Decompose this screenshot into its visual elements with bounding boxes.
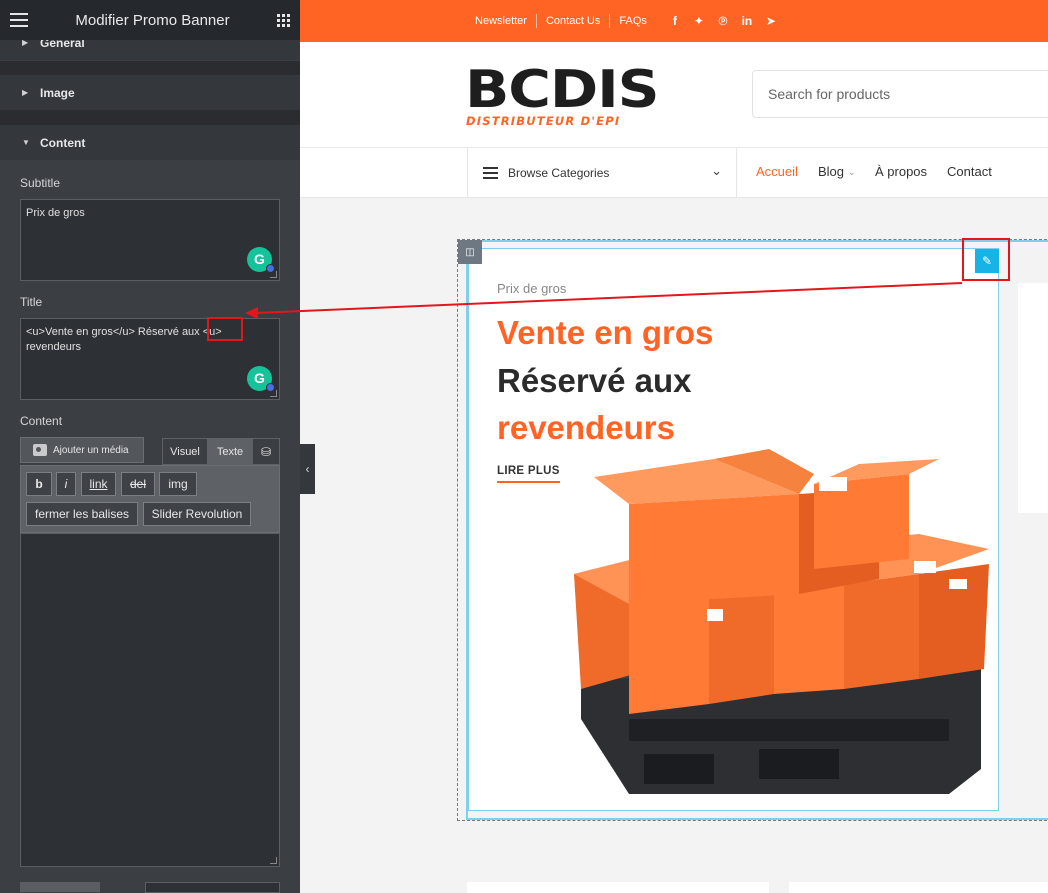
banner-title-line-3: revendeurs	[497, 409, 675, 446]
caret-right-icon: ▶	[22, 88, 29, 97]
nav-item-blog[interactable]: Blog	[818, 164, 844, 179]
chevron-down-icon: ⌄	[711, 163, 722, 178]
add-media-label: Ajouter un média	[53, 444, 129, 456]
quicktag-del-button[interactable]: del	[121, 472, 155, 496]
quicktag-bold-button[interactable]: b	[26, 472, 52, 496]
banner-subtitle: Prix de gros	[497, 281, 567, 296]
column-handle-icon[interactable]: ◫	[458, 240, 482, 264]
browse-categories-label: Browse Categories	[508, 166, 610, 180]
search-input[interactable]: Search for products	[752, 70, 1048, 118]
resize-handle[interactable]	[270, 857, 277, 864]
panel-title: Modifier Promo Banner	[75, 11, 230, 29]
annotation-highlight	[962, 238, 1010, 281]
nav-item-accueil[interactable]: Accueil	[756, 164, 798, 179]
section-image[interactable]: ▶ Image	[0, 74, 300, 110]
top-bar: Newsletter Contact Us FAQs f ✦ ℗ in ➤	[300, 0, 1048, 42]
topbar-link-newsletter[interactable]: Newsletter	[466, 15, 536, 27]
section-image-label: Image	[40, 85, 75, 100]
collapse-panel-icon[interactable]: ‹	[300, 444, 315, 494]
site-header: BCDIS DISTRIBUTEUR D'EPI Search for prod…	[300, 42, 1048, 148]
tab-text[interactable]: Texte	[208, 438, 252, 465]
facebook-icon[interactable]: f	[668, 14, 682, 28]
logo[interactable]: BCDIS	[465, 64, 660, 116]
highlight-box	[207, 317, 243, 341]
nav-item-a-propos[interactable]: À propos	[875, 164, 927, 179]
section-content-label: Content	[40, 135, 86, 150]
banner-title-line-1: Vente en gros	[497, 314, 714, 351]
logo-tagline: DISTRIBUTEUR D'EPI	[466, 114, 621, 128]
title-label: Title	[20, 295, 43, 309]
caret-down-icon: ▼	[22, 138, 30, 147]
section-content[interactable]: ▼ Content	[0, 124, 300, 160]
product-card	[467, 882, 769, 893]
subtitle-textarea-value: Prix de gros	[26, 207, 85, 219]
tab-visual[interactable]: Visuel	[162, 438, 208, 465]
resize-handle[interactable]	[270, 390, 277, 397]
content-label: Content	[20, 414, 63, 428]
hamburger-icon	[483, 167, 498, 179]
slider-revolution-button[interactable]: Slider Revolution	[143, 502, 251, 526]
content-textarea[interactable]	[20, 533, 280, 867]
next-field-label	[20, 882, 100, 892]
editor-panel: Modifier Promo Banner ▶ General ▶ Image …	[0, 0, 300, 893]
topbar-link-faqs[interactable]: FAQs	[610, 15, 656, 27]
panel-header: Modifier Promo Banner	[0, 0, 300, 40]
browse-categories-button[interactable]: Browse Categories ⌄	[467, 148, 737, 198]
resize-handle[interactable]	[270, 271, 277, 278]
product-card	[789, 882, 1048, 893]
social-links: f ✦ ℗ in ➤	[668, 14, 778, 28]
subtitle-label: Subtitle	[20, 176, 61, 190]
read-more-link[interactable]: LIRE PLUS	[497, 465, 560, 483]
pinterest-icon[interactable]: ℗	[716, 14, 730, 28]
quicktag-link-button[interactable]: link	[81, 472, 116, 496]
quicktag-italic-button[interactable]: i	[56, 472, 76, 496]
banner-title-line-2: Réservé aux	[497, 362, 692, 399]
twitter-icon[interactable]: ✦	[692, 14, 706, 28]
nav-item-contact[interactable]: Contact	[947, 164, 992, 179]
main-nav: Browse Categories ⌄ Accueil Blog ⌄ À pro…	[300, 148, 1048, 198]
next-field-input[interactable]	[145, 882, 280, 893]
database-icon[interactable]: ⛁	[252, 438, 280, 465]
media-icon	[33, 444, 47, 456]
section-separator	[0, 61, 300, 75]
section-separator	[0, 110, 300, 124]
chevron-down-icon: ⌄	[848, 167, 856, 177]
menu-icon[interactable]	[10, 13, 28, 27]
widgets-grid-icon[interactable]	[276, 13, 290, 27]
topbar-link-contact[interactable]: Contact Us	[537, 15, 609, 27]
subtitle-textarea[interactable]: Prix de gros G	[20, 199, 280, 281]
quicktag-img-button[interactable]: img	[159, 472, 197, 496]
close-tags-button[interactable]: fermer les balises	[26, 502, 138, 526]
linkedin-icon[interactable]: in	[740, 14, 754, 28]
title-textarea-value: <u>Vente en gros</u> Réservé aux <u> rev…	[26, 326, 222, 353]
telegram-icon[interactable]: ➤	[764, 14, 778, 28]
add-media-button[interactable]: Ajouter un média	[20, 437, 144, 463]
quicktags-toolbar: b i link del img fermer les balises Slid…	[20, 465, 280, 533]
